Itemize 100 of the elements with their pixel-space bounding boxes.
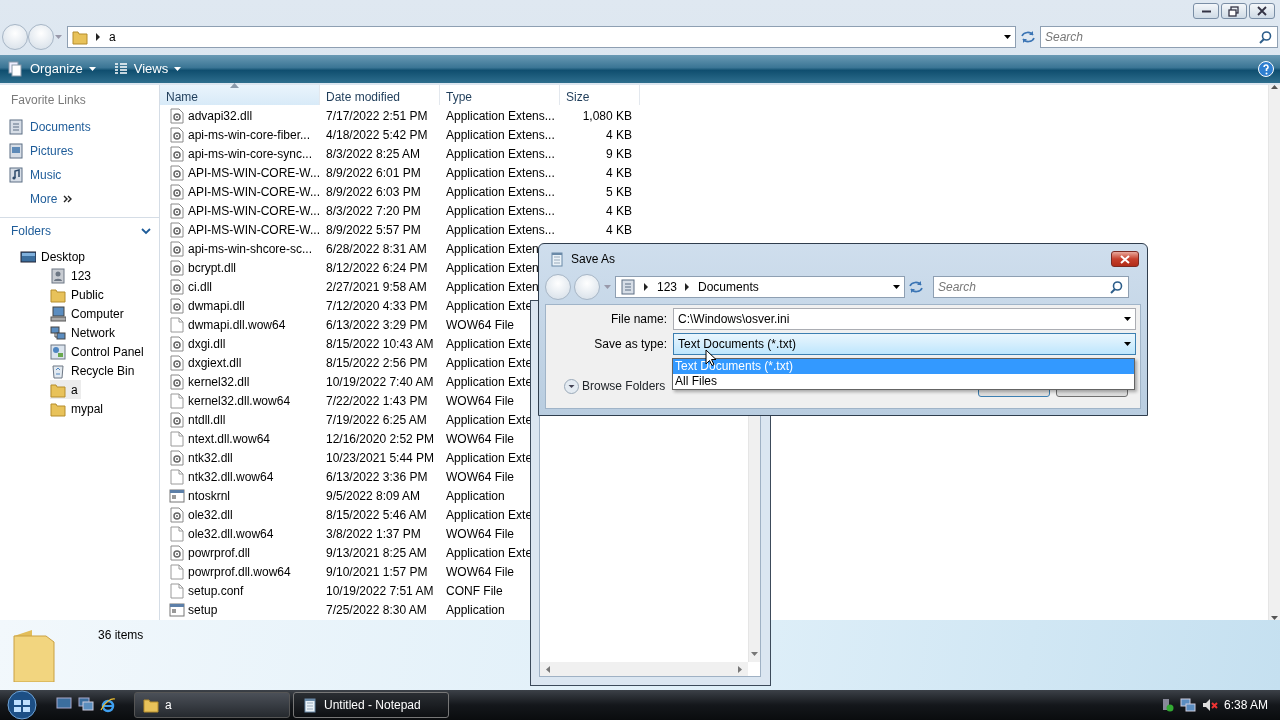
- muted-speaker-icon[interactable]: [1201, 698, 1218, 712]
- type-cell: Application Exten: [446, 260, 539, 275]
- scroll-up-icon[interactable]: [1271, 85, 1278, 89]
- tree-item[interactable]: Desktop: [20, 247, 89, 266]
- date-cell: 8/9/2022 6:01 PM: [326, 165, 421, 180]
- file-name-field[interactable]: C:\Windows\osver.ini: [673, 308, 1136, 330]
- address-bar[interactable]: 123 Documents: [615, 276, 905, 298]
- file-name[interactable]: dxgi.dll: [188, 334, 226, 353]
- file-name[interactable]: api-ms-win-core-fiber...: [188, 125, 311, 144]
- chevron-down-icon[interactable]: [141, 227, 151, 235]
- file-name[interactable]: ole32.dll.wow64: [188, 524, 274, 543]
- tree-item[interactable]: Public: [50, 285, 107, 304]
- file-name[interactable]: ntk32.dll: [188, 448, 233, 467]
- tree-item[interactable]: Network: [50, 323, 118, 342]
- close-button[interactable]: [1111, 251, 1139, 267]
- tree-item[interactable]: a: [50, 380, 81, 399]
- column-header[interactable]: Name: [160, 85, 320, 105]
- tree-item[interactable]: Control Panel: [50, 342, 147, 361]
- notepad-icon: [549, 251, 565, 267]
- type-cell: Application Exten: [446, 279, 539, 294]
- file-name[interactable]: setup.conf: [188, 581, 244, 600]
- scrollbar[interactable]: [748, 416, 760, 662]
- gear-file-icon: [169, 259, 185, 276]
- file-name[interactable]: API-MS-WIN-CORE-W...: [188, 182, 320, 201]
- size-cell: 1,080 KB: [582, 108, 632, 123]
- dropdown-arrow-icon[interactable]: [893, 285, 900, 289]
- dropdown-arrow-icon[interactable]: [1004, 35, 1011, 39]
- file-name[interactable]: API-MS-WIN-CORE-W...: [188, 163, 320, 182]
- date-cell: 9/5/2022 8:09 AM: [326, 488, 421, 503]
- date-cell: 10/19/2022 7:40 AM: [326, 374, 434, 389]
- file-name[interactable]: setup: [188, 600, 218, 619]
- file-name[interactable]: dwmapi.dll.wow64: [188, 315, 286, 334]
- file-icon: [169, 468, 185, 485]
- file-name[interactable]: ntdll.dll: [188, 410, 226, 429]
- notepad-icon: [302, 697, 318, 713]
- views-button[interactable]: Views: [111, 59, 184, 79]
- file-name[interactable]: api-ms-win-shcore-sc...: [188, 239, 313, 258]
- breadcrumb-item[interactable]: 123: [657, 278, 678, 296]
- browser-icon[interactable]: [100, 697, 116, 713]
- type-cell: Application Extens...: [446, 203, 555, 218]
- gear-file-icon: [169, 278, 185, 295]
- file-name[interactable]: API-MS-WIN-CORE-W...: [188, 201, 320, 220]
- tree-item[interactable]: Recycle Bin: [50, 361, 138, 380]
- minimize-button[interactable]: [1193, 3, 1219, 19]
- close-button[interactable]: [1249, 3, 1275, 19]
- window-switch-icon[interactable]: [78, 697, 94, 711]
- file-name[interactable]: kernel32.dll: [188, 372, 250, 391]
- type-cell: WOW64 File: [446, 317, 514, 332]
- file-name[interactable]: ntk32.dll.wow64: [188, 467, 274, 486]
- gear-file-icon: [169, 506, 185, 523]
- scroll-left-icon[interactable]: [546, 665, 550, 673]
- network-icon[interactable]: [1179, 698, 1196, 712]
- file-name[interactable]: bcrypt.dll: [188, 258, 237, 277]
- restore-button[interactable]: [1221, 3, 1247, 19]
- dropdown-arrow-icon[interactable]: [1124, 317, 1131, 321]
- type-cell: Application Extens...: [446, 165, 555, 180]
- file-name[interactable]: ntext.dll.wow64: [188, 429, 271, 448]
- tree-item[interactable]: Computer: [50, 304, 127, 323]
- file-name[interactable]: kernel32.dll.wow64: [188, 391, 291, 410]
- file-name[interactable]: API-MS-WIN-CORE-W...: [188, 220, 320, 239]
- file-name[interactable]: ci.dll: [188, 277, 212, 296]
- favorite-link[interactable]: Music: [0, 163, 70, 187]
- folders-heading[interactable]: Folders: [11, 222, 51, 240]
- file-name[interactable]: ntoskrnl: [188, 486, 231, 505]
- file-name[interactable]: ole32.dll: [188, 505, 233, 524]
- scrollbar[interactable]: [1268, 85, 1280, 620]
- refresh-icon[interactable]: [1020, 30, 1036, 44]
- taskbar-button[interactable]: a: [134, 692, 290, 718]
- more-link[interactable]: More: [0, 187, 81, 211]
- scrollbar[interactable]: [540, 662, 748, 676]
- date-cell: 7/19/2022 6:25 AM: [326, 412, 427, 427]
- scroll-right-icon[interactable]: [738, 665, 742, 673]
- file-name[interactable]: advapi32.dll: [188, 106, 253, 125]
- type-cell: CONF File: [446, 583, 503, 598]
- tree-item[interactable]: mypal: [50, 399, 106, 418]
- help-icon[interactable]: [1258, 61, 1274, 77]
- search-field[interactable]: Search: [933, 276, 1129, 298]
- date-cell: 7/22/2022 1:43 PM: [326, 393, 428, 408]
- refresh-icon[interactable]: [908, 280, 924, 294]
- taskbar-button[interactable]: Untitled - Notepad: [293, 692, 449, 718]
- scroll-down-icon[interactable]: [751, 652, 758, 656]
- dropdown-option[interactable]: All Files: [673, 374, 1134, 389]
- file-name[interactable]: powrprof.dll.wow64: [188, 562, 291, 581]
- file-type-dropdown[interactable]: Text Documents (*.txt): [673, 333, 1136, 355]
- clock[interactable]: 6:38 AM: [1223, 696, 1268, 714]
- address-bar[interactable]: a: [67, 26, 1016, 48]
- file-name[interactable]: powrprof.dll: [188, 543, 251, 562]
- desktop-icon[interactable]: [56, 697, 72, 711]
- favorite-link[interactable]: Documents: [0, 115, 99, 139]
- search-field[interactable]: Search: [1040, 26, 1278, 48]
- tree-item[interactable]: 123: [50, 266, 95, 285]
- breadcrumb-item[interactable]: Documents: [698, 278, 759, 296]
- favorite-link[interactable]: Pictures: [0, 139, 82, 163]
- organize-button[interactable]: Organize: [6, 59, 98, 79]
- dropdown-arrow-icon[interactable]: [1124, 342, 1131, 346]
- file-name[interactable]: dxgiext.dll: [188, 353, 242, 372]
- file-name[interactable]: dwmapi.dll: [188, 296, 245, 315]
- file-name[interactable]: api-ms-win-core-sync...: [188, 144, 313, 163]
- breadcrumb-item[interactable]: a: [109, 28, 116, 46]
- browse-folders-button[interactable]: Browse Folders: [564, 377, 666, 395]
